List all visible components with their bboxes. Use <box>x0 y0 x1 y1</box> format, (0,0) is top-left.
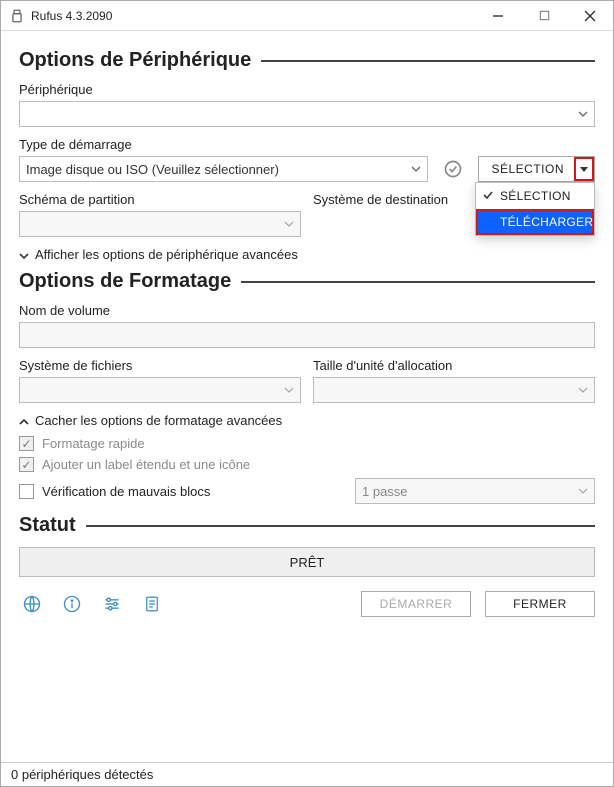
device-combo[interactable] <box>19 101 595 127</box>
heading-rule <box>86 525 595 527</box>
boot-type-value: Image disque ou ISO (Veuillez sélectionn… <box>26 162 279 177</box>
chevron-down-icon <box>284 387 294 393</box>
hide-advanced-format-toggle[interactable]: Cacher les options de formatage avancées <box>19 413 595 428</box>
extended-label-checkbox-row[interactable]: Ajouter un label étendu et une icône <box>19 457 595 472</box>
quick-format-checkbox[interactable] <box>19 436 34 451</box>
status-heading: Statut <box>19 514 595 537</box>
dropdown-item-label: SÉLECTION <box>500 189 571 203</box>
info-icon[interactable] <box>59 591 85 617</box>
select-dropdown-toggle[interactable] <box>574 157 594 181</box>
dropdown-item-label: TÉLÉCHARGER <box>500 215 593 229</box>
chevron-down-icon <box>284 221 294 227</box>
chevron-down-icon <box>578 488 588 494</box>
usb-drive-icon <box>9 8 25 24</box>
dropdown-item-download[interactable]: TÉLÉCHARGER <box>476 209 594 235</box>
window-title: Rufus 4.3.2090 <box>31 9 475 23</box>
volume-label-label: Nom de volume <box>19 303 595 318</box>
statusbar-text: 0 périphériques détectés <box>11 767 153 782</box>
bad-blocks-checkbox-row[interactable]: Vérification de mauvais blocs <box>19 484 210 499</box>
format-options-heading: Options de Formatage <box>19 270 595 293</box>
quick-format-checkbox-row[interactable]: Formatage rapide <box>19 436 595 451</box>
select-dropdown-menu: SÉLECTION TÉLÉCHARGER <box>475 182 595 236</box>
select-button-label: SÉLECTION <box>491 162 564 176</box>
chevron-down-icon <box>578 111 588 117</box>
select-split-button[interactable]: SÉLECTION <box>478 156 595 182</box>
start-button-label: DÉMARRER <box>380 597 453 611</box>
maximize-button[interactable] <box>521 1 567 30</box>
start-button[interactable]: DÉMARRER <box>361 591 471 617</box>
heading-rule <box>241 281 595 283</box>
close-button[interactable] <box>567 1 613 30</box>
chevron-down-icon <box>578 387 588 393</box>
show-advanced-drive-toggle[interactable]: Afficher les options de périphérique ava… <box>19 247 595 262</box>
bad-blocks-passes-combo[interactable]: 1 passe <box>355 478 595 504</box>
globe-icon[interactable] <box>19 591 45 617</box>
cluster-size-combo[interactable] <box>313 377 595 403</box>
checkmark-icon <box>482 189 494 204</box>
device-options-heading: Options de Périphérique <box>19 49 595 72</box>
format-options-label: Options de Formatage <box>19 270 231 293</box>
extended-label-checkbox[interactable] <box>19 457 34 472</box>
bad-blocks-checkbox[interactable] <box>19 484 34 499</box>
extended-label-label: Ajouter un label étendu et une icône <box>42 457 250 472</box>
partition-scheme-label: Schéma de partition <box>19 192 301 207</box>
status-strip: PRÊT <box>19 547 595 577</box>
dropdown-item-selection[interactable]: SÉLECTION <box>476 183 594 209</box>
heading-rule <box>261 60 595 62</box>
chevron-down-icon <box>19 247 29 262</box>
volume-label-input[interactable] <box>19 322 595 348</box>
quick-format-label: Formatage rapide <box>42 436 145 451</box>
bad-blocks-label: Vérification de mauvais blocs <box>42 484 210 499</box>
boot-type-combo[interactable]: Image disque ou ISO (Veuillez sélectionn… <box>19 156 428 182</box>
close-app-button[interactable]: FERMER <box>485 591 595 617</box>
chevron-up-icon <box>19 413 29 428</box>
partition-scheme-combo[interactable] <box>19 211 301 237</box>
close-button-label: FERMER <box>513 597 567 611</box>
filesystem-combo[interactable] <box>19 377 301 403</box>
status-text: PRÊT <box>290 555 325 570</box>
device-options-label: Options de Périphérique <box>19 49 251 72</box>
boot-type-label: Type de démarrage <box>19 137 428 152</box>
filesystem-label: Système de fichiers <box>19 358 301 373</box>
settings-icon[interactable] <box>99 591 125 617</box>
device-label: Périphérique <box>19 82 595 97</box>
hide-advanced-format-label: Cacher les options de formatage avancées <box>35 413 282 428</box>
log-icon[interactable] <box>139 591 165 617</box>
bad-blocks-passes-value: 1 passe <box>362 484 408 499</box>
status-label: Statut <box>19 514 76 537</box>
chevron-down-icon <box>411 166 421 172</box>
check-circle-icon[interactable] <box>440 156 466 182</box>
minimize-button[interactable] <box>475 1 521 30</box>
show-advanced-drive-label: Afficher les options de périphérique ava… <box>35 247 298 262</box>
cluster-size-label: Taille d'unité d'allocation <box>313 358 595 373</box>
titlebar: Rufus 4.3.2090 <box>1 1 613 31</box>
statusbar: 0 périphériques détectés <box>1 762 613 786</box>
